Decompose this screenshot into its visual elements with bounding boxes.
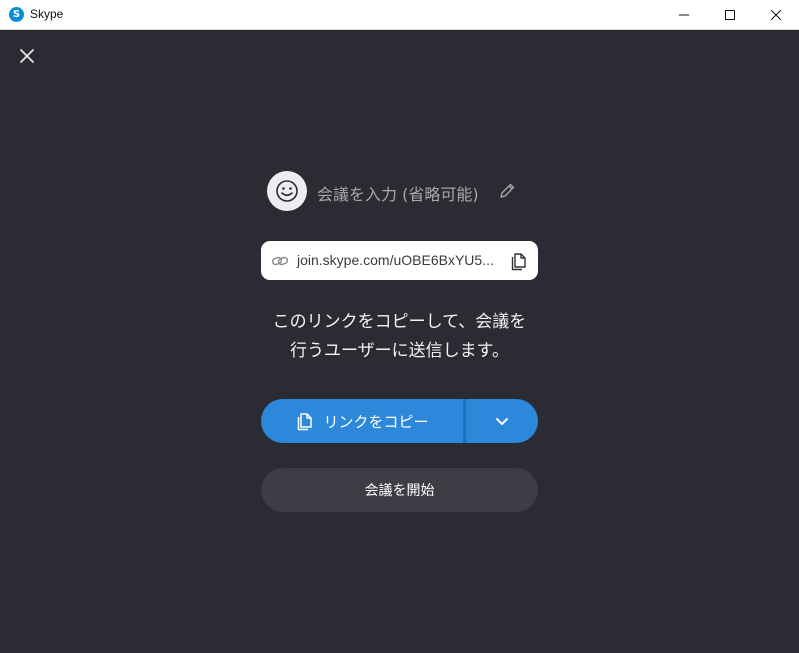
share-options-dropdown[interactable] [466,399,538,443]
start-meeting-label: 会議を開始 [364,483,435,499]
pencil-icon [500,183,515,198]
maximize-icon [725,10,735,20]
close-icon [20,49,34,63]
meeting-avatar[interactable] [267,171,307,211]
instruction-line-2: 行うユーザーに送信します。 [290,341,509,361]
maximize-button[interactable] [707,0,753,30]
instruction-text: このリンクをコピーして、会議を 行うユーザーに送信します。 [201,308,598,366]
minimize-icon [679,14,689,16]
link-icon [271,256,289,266]
chevron-down-icon [496,418,508,425]
smiley-icon [276,180,298,202]
instruction-line-1: このリンクをコピーして、会議を [272,312,527,332]
meeting-name-input[interactable]: 会議を入力 (省略可能) [317,181,479,205]
window-titlebar: S Skype [0,0,799,30]
window-close-button[interactable] [753,0,799,30]
meet-now-dialog: 会議を入力 (省略可能) join.skype.com/uOBE6BxYU5..… [1,30,798,652]
copy-icon[interactable] [509,251,529,271]
edit-name-button[interactable] [497,181,517,201]
minimize-button[interactable] [661,0,707,30]
copy-icon [298,413,313,431]
window-title: Skype [30,7,64,21]
start-meeting-button[interactable]: 会議を開始 [261,468,538,512]
skype-logo-icon: S [9,7,24,22]
meeting-link-text: join.skype.com/uOBE6BxYU5... [297,252,494,268]
copy-link-split-button: リンクをコピー [261,399,538,443]
copy-link-button[interactable]: リンクをコピー [261,399,463,443]
copy-link-label: リンクをコピー [323,412,429,431]
dialog-close-button[interactable] [17,46,37,66]
close-icon [771,10,781,20]
meeting-link-field[interactable]: join.skype.com/uOBE6BxYU5... [261,241,538,280]
